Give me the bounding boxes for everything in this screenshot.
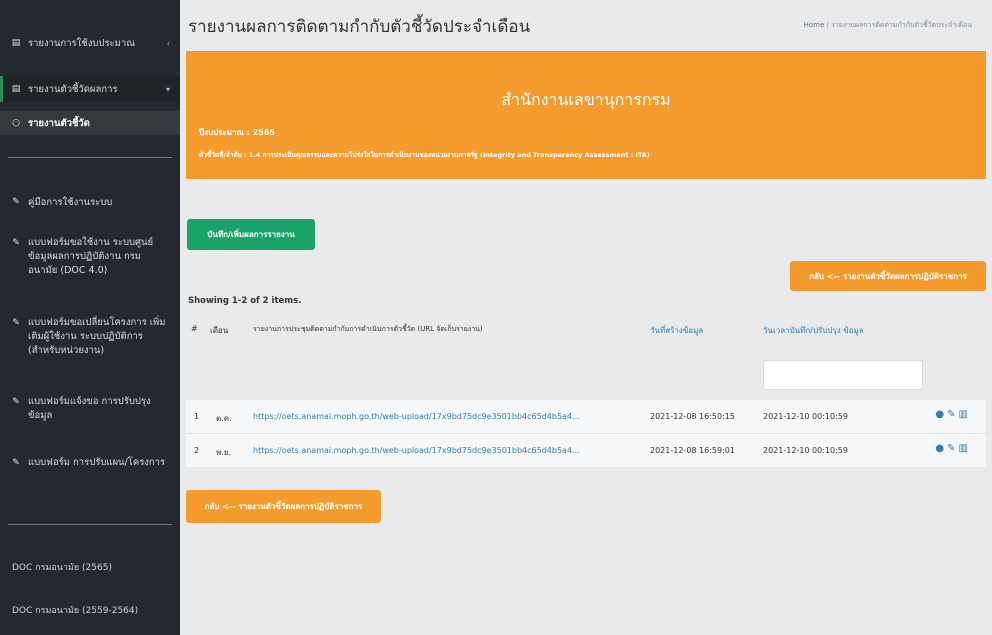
pin-icon: ✎ [12, 238, 20, 248]
row-updated: 2021-12-10 00:10:59 [763, 412, 848, 421]
view-icon[interactable]: ● [935, 443, 944, 454]
indicator-label: ตัวชี้วัดที่/ลำดับ : 1.4 การประเมินคุณธร… [199, 151, 650, 159]
back-to-indicators-bottom-button[interactable]: กลับ <-- รายงานตัวชี้วัดผลการปฏิบัติราชก… [186, 490, 381, 523]
row-created: 2021-12-08 16:50:15 [650, 412, 735, 421]
page-title: รายงานผลการติดตามกำกับตัวชี้วัดประจำเดือ… [188, 17, 531, 37]
sidebar-item-label: รายงานตัวชี้วัด [28, 117, 90, 129]
fiscal-year-label: ปีงบประมาณ : 2565 [199, 128, 275, 137]
pin-icon: ✎ [12, 397, 20, 407]
document-icon: ▤ [11, 38, 21, 48]
department-title: สำนักงานเลขานุการกรม [501, 90, 671, 109]
column-header-created[interactable]: วันที่สร้างข้อมูล [650, 324, 703, 337]
sidebar-item-indicator-report[interactable]: ▤ รายงานตัวชี้วัดผลการ ▾ [0, 76, 180, 102]
sidebar-item-label: รายงานการใช้งบประมาณ [28, 37, 136, 49]
column-header-number: # [191, 324, 198, 333]
row-actions: ● ✎ ▥ [935, 409, 968, 420]
breadcrumb-home[interactable]: Home [804, 21, 825, 29]
sidebar-item-label: แบบฟอร์มแจ้งขอ การปรับปรุงข้อมูล [28, 396, 151, 421]
sidebar-item-label: แบบฟอร์ม การปรับแผน/โครงการ [28, 457, 166, 468]
edit-icon[interactable]: ✎ [947, 409, 955, 420]
column-header-updated[interactable]: วันเวลาบันทึก/ปรับปรุง ข้อมูล [763, 324, 864, 337]
sidebar-item-plan-form[interactable]: ✎ แบบฟอร์ม การปรับแผน/โครงการ [0, 456, 180, 490]
row-month: พ.ย. [216, 448, 232, 457]
pin-icon: ✎ [12, 197, 20, 207]
chevron-down-icon: ▾ [165, 84, 170, 94]
column-header-month: เดือน [210, 326, 229, 335]
table-row: 1 ต.ค. https://oets.anamai.moph.go.th/we… [186, 400, 986, 433]
sidebar-item-indicators[interactable]: ○ รายงานตัวชี้วัด [0, 111, 180, 135]
sidebar-item-label: รายงานตัวชี้วัดผลการ [28, 83, 118, 95]
row-url-link[interactable]: https://oets.anamai.moph.go.th/web-uploa… [253, 446, 580, 455]
sidebar-item-manual[interactable]: ✎ คู่มือการใช้งานระบบ [0, 192, 180, 212]
row-created: 2021-12-08 16:59:01 [650, 446, 735, 455]
document-icon: ▤ [11, 84, 21, 94]
sidebar-item-change-project-form[interactable]: ✎ แบบฟอร์มขอเปลี่ยนโครงการ เพิ่มเติมผู้ใ… [0, 316, 180, 368]
sidebar-item-budget-report[interactable]: ▤ รายงานการใช้งบประมาณ ‹ [0, 32, 180, 54]
sidebar-divider [8, 524, 172, 525]
breadcrumb: Home / รายงานผลการติดตามกำกับตัวชี้วัดปร… [804, 20, 972, 31]
row-number: 2 [194, 446, 200, 455]
circle-icon: ○ [12, 118, 20, 128]
table-row: 2 พ.ย. https://oets.anamai.moph.go.th/we… [186, 434, 986, 467]
sidebar-item-update-form[interactable]: ✎ แบบฟอร์มแจ้งขอ การปรับปรุงข้อมูล [0, 395, 180, 429]
sidebar-divider [8, 157, 172, 158]
department-info-box: สำนักงานเลขานุการกรม ปีงบประมาณ : 2565 ต… [186, 51, 986, 179]
view-icon[interactable]: ● [935, 409, 944, 420]
row-number: 1 [194, 412, 200, 421]
chevron-left-icon: ‹ [166, 38, 170, 48]
sidebar-item-label: คู่มือการใช้งานระบบ [28, 196, 113, 208]
edit-icon[interactable]: ✎ [947, 443, 955, 454]
pin-icon: ✎ [12, 318, 20, 328]
row-url-link[interactable]: https://oets.anamai.moph.go.th/web-uploa… [253, 412, 580, 421]
updated-filter-input[interactable] [763, 360, 923, 390]
add-report-button[interactable]: บันทึก/เพิ่มผลการรายงาน [187, 219, 315, 250]
sidebar-item-request-form[interactable]: ✎ แบบฟอร์มขอใช้งาน ระบบศูนย์ข้อมูลผลการป… [0, 236, 180, 288]
breadcrumb-current: รายงานผลการติดตามกำกับตัวชี้วัดประจำเดือ… [831, 21, 972, 29]
row-actions: ● ✎ ▥ [935, 443, 968, 454]
back-to-indicators-button[interactable]: กลับ <-- รายงานตัวชี้วัดผลการปฏิบัติราชก… [790, 261, 986, 291]
row-updated: 2021-12-10 00:10:59 [763, 446, 848, 455]
sidebar-item-label: แบบฟอร์มขอใช้งาน ระบบศูนย์ข้อมูลผลการปฏิ… [28, 237, 154, 276]
row-month: ต.ค. [216, 414, 232, 423]
sidebar-item-label: แบบฟอร์มขอเปลี่ยนโครงการ เพิ่มเติมผู้ใช้… [28, 317, 166, 356]
delete-icon[interactable]: ▥ [959, 443, 968, 454]
table-summary: Showing 1-2 of 2 items. [188, 296, 302, 306]
pin-icon: ✎ [12, 458, 20, 468]
delete-icon[interactable]: ▥ [959, 409, 968, 420]
column-header-url: รายงานการประชุมติดตามกำกับการดำเนินการตั… [253, 325, 483, 333]
sidebar-link-doc-2565[interactable]: DOC กรมอนามัย (2565) [12, 560, 112, 574]
sidebar: ▤ รายงานการใช้งบประมาณ ‹ ▤ รายงานตัวชี้ว… [0, 0, 180, 635]
sidebar-link-doc-2559[interactable]: DOC กรมอนามัย (2559-2564) [12, 603, 138, 617]
